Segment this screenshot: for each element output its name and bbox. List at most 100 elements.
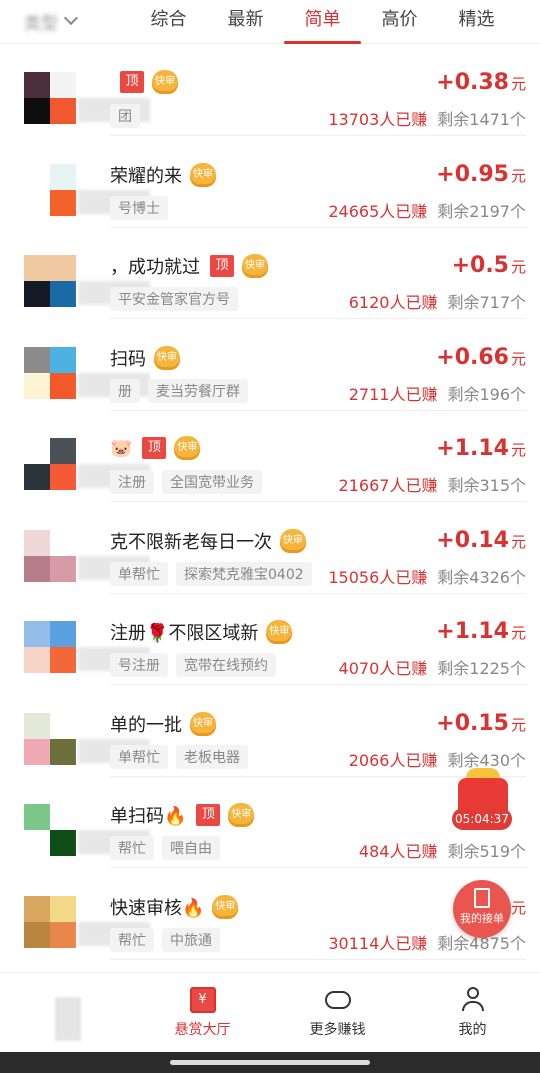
task-price-unit: 元	[510, 166, 526, 185]
my-orders-label: 我的接单	[460, 912, 504, 925]
task-price-value: +0.14	[436, 527, 509, 553]
task-tag: 团	[110, 104, 140, 128]
task-price-unit: 元	[510, 532, 526, 551]
top-badge: 顶	[142, 437, 167, 459]
task-stats: 6120人已赚 剩余717个	[349, 289, 526, 313]
document-icon	[474, 888, 490, 908]
task-stats: 15056人已赚 剩余4326个	[328, 564, 526, 588]
task-tag: 号博士	[110, 195, 168, 220]
task-tag: 中旅通	[162, 927, 220, 952]
task-price-value: +0.95	[436, 161, 509, 187]
task-title-text: 注册🌹不限区域新	[110, 623, 259, 644]
task-title: 快速审核🔥 快审	[110, 894, 239, 920]
task-row[interactable]: 扫码 快审册麦当劳餐厅群 +0.66 元 2711人已赚 剩余196个	[0, 319, 540, 411]
nav-home[interactable]: 首页	[0, 973, 135, 1052]
task-tag: 单帮忙	[110, 744, 168, 769]
user-icon	[460, 987, 486, 1013]
task-title-text: 扫码	[110, 348, 146, 370]
task-stats: 2711人已赚 剩余196个	[349, 381, 526, 405]
task-stats: 24665人已赚 剩余2197个	[328, 198, 526, 222]
task-price-value: +0.66	[436, 344, 509, 370]
task-row[interactable]: 单的一批 快审 单帮忙 老板电器 +0.15 元 2066人已赚 剩余430个	[0, 685, 540, 777]
nav-mine-label: 我的	[458, 1022, 487, 1038]
reward-icon: ¥	[189, 987, 216, 1013]
fast-review-badge: 快审	[152, 70, 178, 94]
task-price-value: +1.14	[436, 619, 509, 644]
task-remaining-count: 剩余196个	[447, 384, 526, 404]
task-earned-count: 30114人已赚	[328, 933, 428, 953]
task-remaining-count: 剩余430个	[447, 750, 526, 770]
task-remaining-count: 剩余2197个	[437, 201, 526, 221]
task-tags: 帮忙 喂自由	[110, 836, 220, 860]
task-avatar	[24, 529, 76, 582]
nav-more-earn[interactable]: 更多赚钱	[270, 973, 405, 1052]
type-filter-dropdown[interactable]: 类型	[24, 6, 79, 36]
bottom-nav: 首页 ¥ 悬赏大厅 更多赚钱 我的	[0, 972, 540, 1052]
task-avatar	[24, 438, 76, 490]
task-earned-count: 15056人已赚	[328, 567, 428, 587]
task-tag: 帮忙	[110, 927, 154, 952]
tab-high-price[interactable]: 高价	[361, 0, 438, 44]
task-row[interactable]: 🐷 顶快审 注册 全国宽带业务 +1.14 元 21667人已赚 剩余315个	[0, 410, 540, 502]
task-tags: 团	[110, 104, 140, 128]
home-indicator[interactable]	[170, 1060, 370, 1065]
task-tags: 号博士	[110, 195, 168, 220]
task-price: +0.38 元	[436, 70, 526, 95]
task-price: +1.14 元	[436, 619, 526, 644]
task-remaining-count: 剩余315个	[447, 476, 526, 495]
task-tags: 册麦当劳餐厅群	[110, 378, 248, 403]
task-title: 注册🌹不限区域新 快审	[110, 619, 293, 645]
task-price: +1.14 元	[436, 436, 526, 461]
tab-latest[interactable]: 最新	[207, 0, 284, 44]
top-bar: 类型 综合 最新 简单 高价 精选	[0, 0, 540, 44]
task-remaining-count: 剩余1471个	[437, 110, 526, 129]
top-badge: 顶	[196, 804, 221, 826]
home-icon	[54, 997, 81, 1041]
nav-reward-hall-label: 悬赏大厅	[174, 1022, 231, 1038]
tab-simple[interactable]: 简单	[284, 0, 361, 44]
task-tags: 平安金管家官方号	[110, 287, 238, 311]
task-stats: 4070人已赚 剩余1225个	[339, 655, 526, 679]
task-avatar	[24, 255, 76, 307]
task-stats: 484人已赚 剩余519个	[359, 838, 526, 862]
task-price-unit: 元	[510, 349, 526, 368]
task-price-unit: 元	[510, 624, 526, 642]
task-avatar	[24, 163, 76, 216]
task-title: 克不限新老每日一次 快审	[110, 528, 306, 554]
task-price-value: +0.5	[451, 253, 509, 278]
task-title-text: 单扫码🔥	[110, 806, 187, 827]
task-title: ，成功就过顶快审	[110, 253, 268, 279]
tab-featured[interactable]: 精选	[438, 0, 515, 44]
fast-review-badge: 快审	[174, 436, 201, 460]
task-row[interactable]: 克不限新老每日一次 快审 单帮忙 探索梵克雅宝0402 +0.14 元 15056人已赚 剩余…	[0, 502, 540, 594]
task-tag: 老板电器	[176, 744, 248, 769]
task-price-unit: 元	[510, 898, 526, 917]
task-title: 单的一批 快审	[110, 711, 216, 737]
tab-comprehensive[interactable]: 综合	[130, 0, 207, 44]
task-price: 元	[509, 894, 526, 919]
task-earned-count: 24665人已赚	[328, 201, 428, 221]
top-badge: 顶	[120, 71, 144, 93]
task-price-value: +0.15	[436, 710, 509, 736]
task-tag: 册	[110, 378, 140, 403]
task-price-unit: 元	[510, 441, 526, 459]
nav-mine[interactable]: 我的	[405, 973, 540, 1052]
task-price: +0.95 元	[436, 162, 526, 187]
fast-review-badge: 快审	[242, 254, 268, 278]
task-price-unit: 元	[510, 258, 526, 276]
task-stats: 21667人已赚 剩余315个	[339, 472, 526, 496]
task-avatar	[24, 712, 76, 765]
row-divider	[110, 958, 526, 960]
nav-reward-hall[interactable]: ¥ 悬赏大厅	[135, 973, 270, 1052]
task-price-value: +0.38	[436, 70, 509, 95]
task-row[interactable]: 注册🌹不限区域新 快审 号注册 宽带在线预约 +1.14 元 4070人已赚 剩余1225个	[0, 593, 540, 685]
task-title-text: 单的一批	[110, 714, 182, 736]
my-orders-button[interactable]: 我的接单	[453, 880, 511, 938]
task-price-unit: 元	[510, 715, 526, 734]
fast-review-badge: 快审	[266, 620, 293, 644]
task-row[interactable]: 荣耀的来 快审 号博士 +0.95 元 24665人已赚 剩余2197个	[0, 136, 540, 228]
fast-review-badge: 快审	[280, 528, 306, 553]
task-row[interactable]: 顶快审团 +0.38 元 13703人已赚 剩余1471个	[0, 44, 540, 136]
task-row[interactable]: ，成功就过顶快审 平安金管家官方号 +0.5 元 6120人已赚 剩余717个	[0, 227, 540, 319]
task-earned-count: 6120人已赚	[348, 293, 438, 312]
